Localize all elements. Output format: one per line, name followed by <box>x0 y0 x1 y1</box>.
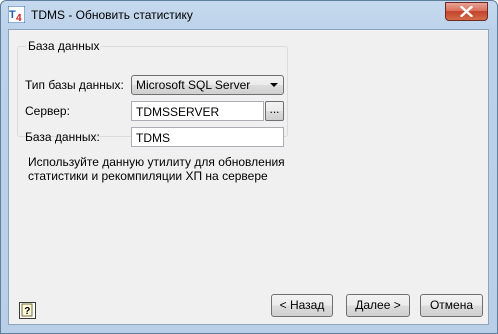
description-text: Используйте данную утилиту для обновлени… <box>28 155 328 183</box>
window-title: TDMS - Обновить статистику <box>31 8 193 22</box>
database-label: База данных: <box>25 130 100 144</box>
back-button[interactable]: < Назад <box>271 294 333 317</box>
next-button[interactable]: Далее > <box>346 294 410 317</box>
tdms-app-icon: T 4 <box>8 6 25 23</box>
dialog-window: T 4 TDMS - Обновить статистику База данн… <box>0 0 498 334</box>
database-value: TDMS <box>136 131 170 145</box>
description-line-2: статистики и рекомпиляции ХП на сервере <box>28 169 268 183</box>
svg-text:?: ? <box>24 306 30 317</box>
help-icon: ? <box>21 303 33 317</box>
groupbox-legend: База данных <box>26 39 102 53</box>
db-type-label: Тип базы данных: <box>25 78 124 92</box>
close-icon <box>460 6 473 17</box>
browse-server-button[interactable]: ... <box>265 101 284 121</box>
database-input[interactable]: TDMS <box>131 127 284 147</box>
help-button[interactable]: ? <box>19 302 36 319</box>
close-button[interactable] <box>445 2 488 21</box>
server-value: TDMSSERVER <box>136 105 220 119</box>
title-bar[interactable]: T 4 TDMS - Обновить статистику <box>1 1 497 29</box>
db-type-select[interactable]: Microsoft SQL Server <box>131 75 284 95</box>
description-line-1: Используйте данную утилиту для обновлени… <box>28 155 285 169</box>
chevron-down-icon <box>270 83 278 87</box>
dialog-client-area: База данных Тип базы данных: Microsoft S… <box>8 29 489 325</box>
server-label: Сервер: <box>25 104 70 118</box>
cancel-button[interactable]: Отмена <box>420 294 483 317</box>
svg-text:T: T <box>9 9 16 21</box>
svg-text:4: 4 <box>16 13 22 23</box>
db-type-value: Microsoft SQL Server <box>136 78 251 92</box>
database-groupbox: База данных Тип базы данных: Microsoft S… <box>17 39 288 147</box>
server-input[interactable]: TDMSSERVER <box>131 101 264 121</box>
